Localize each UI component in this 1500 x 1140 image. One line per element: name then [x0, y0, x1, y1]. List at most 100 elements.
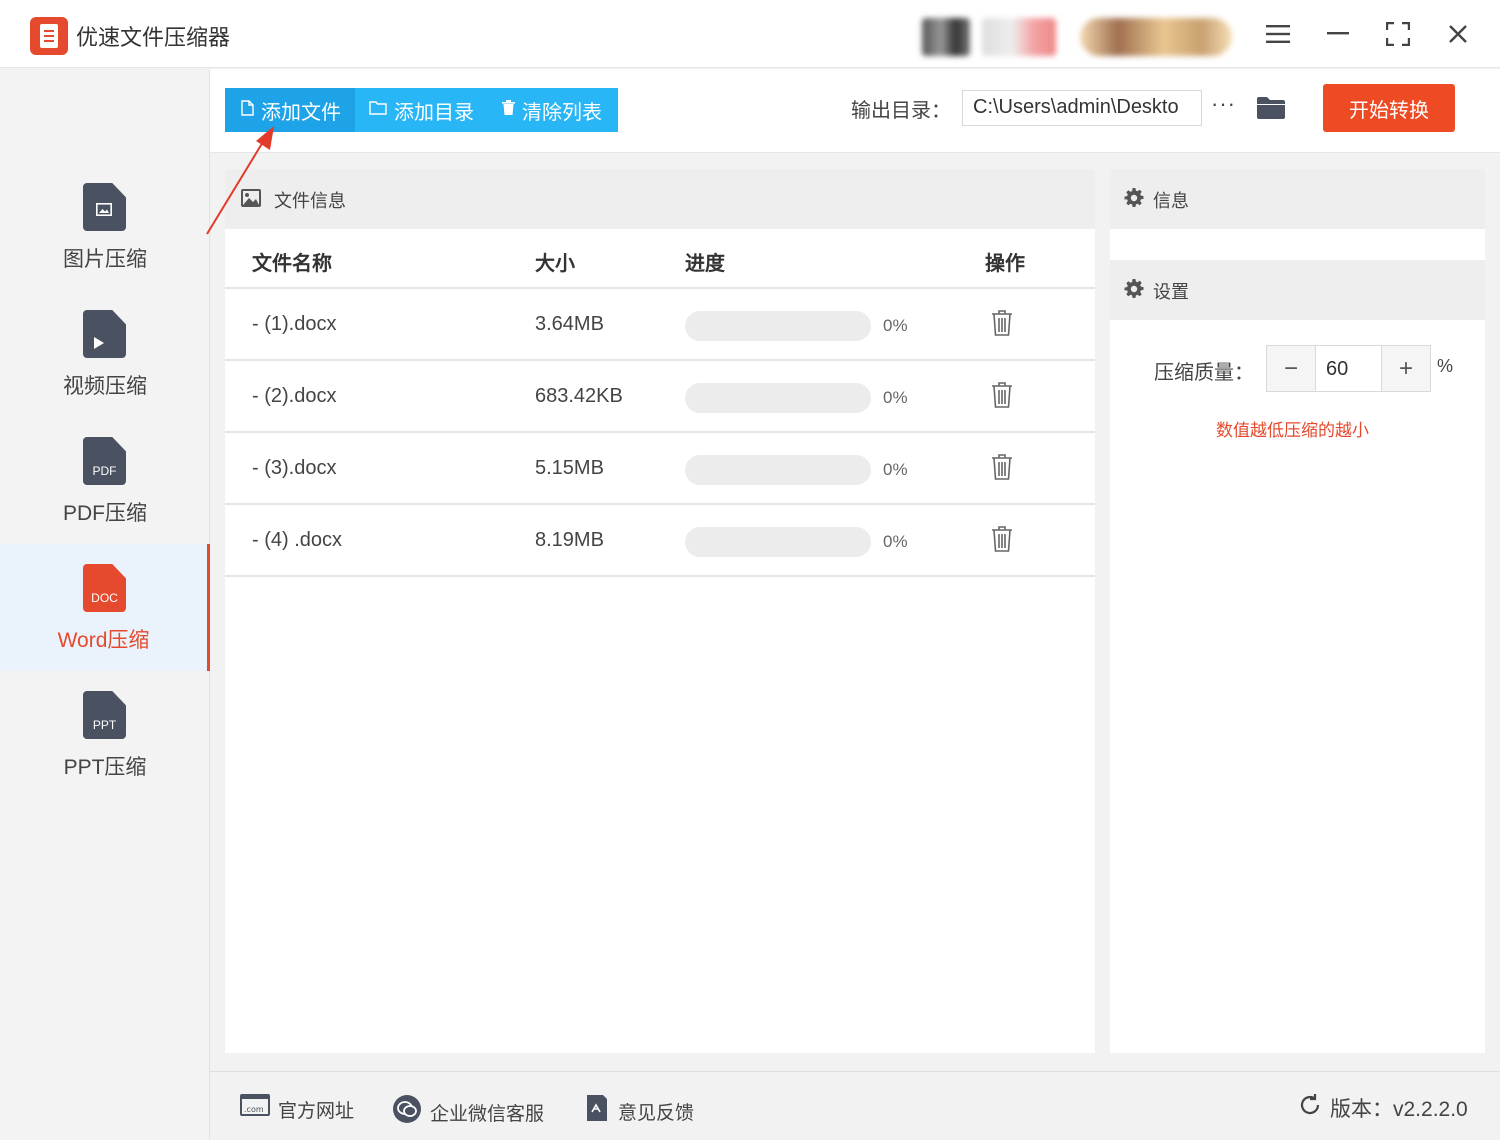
- feedback-link[interactable]: 意见反馈: [584, 1094, 694, 1128]
- sidebar-item-label: Word压缩: [57, 629, 150, 652]
- quality-unit: %: [1437, 356, 1454, 376]
- app-logo-icon: [30, 17, 68, 55]
- sidebar-item-word-compress[interactable]: DOC Word压缩: [0, 544, 210, 671]
- output-dir-field[interactable]: C:\Users\admin\Deskto: [962, 90, 1202, 126]
- progress-bar: [685, 311, 871, 341]
- blurred-user-info: [982, 18, 1056, 56]
- app-title: 优速文件压缩器: [76, 25, 231, 50]
- sidebar-item-image-compress[interactable]: 图片压缩: [0, 163, 210, 290]
- column-header-action: 操作: [985, 253, 1025, 275]
- maximize-icon[interactable]: [1380, 18, 1416, 50]
- open-folder-icon[interactable]: [1256, 96, 1286, 120]
- column-header-progress[interactable]: 进度: [685, 247, 725, 276]
- output-dir-label: 输出目录：: [851, 100, 951, 122]
- delete-row-icon[interactable]: [991, 453, 1013, 486]
- progress-percent: 0%: [883, 388, 908, 407]
- decrease-quality-button[interactable]: −: [1267, 346, 1315, 391]
- file-type-tag: DOC: [91, 591, 118, 605]
- close-icon[interactable]: [1440, 18, 1476, 50]
- column-header-size[interactable]: 大小: [535, 247, 575, 276]
- file-list-panel: 文件信息 文件名称 大小 进度 操作 - (1).docx 3.64MB 0% …: [225, 169, 1095, 1053]
- add-folder-label: 添加目录: [394, 101, 474, 124]
- file-icon: [241, 99, 254, 121]
- info-panel-body: [1110, 229, 1485, 260]
- delete-row-icon[interactable]: [991, 309, 1013, 342]
- file-size: 8.19MB: [535, 529, 604, 551]
- ppt-file-icon: PPT: [83, 691, 126, 739]
- add-file-button[interactable]: 添加文件: [225, 88, 355, 132]
- table-row[interactable]: - (3).docx 5.15MB 0%: [225, 433, 1095, 505]
- minimize-icon[interactable]: [1320, 18, 1356, 50]
- wechat-service-link[interactable]: 企业微信客服: [392, 1094, 544, 1130]
- toolbar: 添加文件 添加目录 清除列表 输出目录： C:\Users\admin\Desk…: [210, 69, 1500, 153]
- settings-panel-title: 设置: [1153, 282, 1189, 302]
- add-folder-button[interactable]: 添加目录: [355, 88, 488, 132]
- refresh-icon: [1298, 1093, 1322, 1123]
- browse-more-button[interactable]: ···: [1211, 91, 1236, 117]
- file-type-tag: PDF: [92, 464, 117, 478]
- quality-label: 压缩质量：: [1154, 362, 1254, 384]
- progress-percent: 0%: [883, 460, 908, 479]
- clear-list-label: 清除列表: [522, 101, 602, 124]
- trash-icon: [502, 100, 515, 120]
- progress-bar: [685, 383, 871, 413]
- add-file-label: 添加文件: [261, 101, 341, 124]
- blurred-badge: [1080, 18, 1232, 56]
- gear-icon: [1124, 279, 1144, 304]
- menu-icon[interactable]: [1260, 18, 1296, 50]
- gear-icon: [1124, 188, 1144, 213]
- side-panels: 信息 设置 压缩质量： − 60 + % 数值越低压缩的越小: [1110, 169, 1485, 1053]
- column-header-name[interactable]: 文件名称: [252, 247, 332, 276]
- wechat-service-label: 企业微信客服: [430, 1103, 545, 1125]
- feedback-icon: [584, 1094, 610, 1128]
- file-size: 5.15MB: [535, 457, 604, 479]
- file-name: - (2).docx: [252, 385, 337, 407]
- table-row[interactable]: - (4) .docx 8.19MB 0%: [225, 505, 1095, 577]
- file-size: 3.64MB: [535, 313, 604, 335]
- wechat-icon: [392, 1094, 422, 1130]
- delete-row-icon[interactable]: [991, 381, 1013, 414]
- file-name: - (4) .docx: [252, 529, 343, 551]
- table-row[interactable]: - (2).docx 683.42KB 0%: [225, 361, 1095, 433]
- quality-stepper: − 60 +: [1266, 345, 1431, 392]
- file-type-tag: PPT: [92, 718, 117, 732]
- video-file-icon: [83, 310, 126, 358]
- feedback-label: 意见反馈: [618, 1102, 695, 1124]
- file-panel-title: 文件信息: [274, 191, 346, 211]
- clear-list-button[interactable]: 清除列表: [488, 88, 616, 132]
- increase-quality-button[interactable]: +: [1382, 346, 1430, 391]
- progress-bar: [685, 527, 871, 557]
- website-icon: .com: [240, 1094, 270, 1124]
- quality-hint: 数值越低压缩的越小: [1216, 421, 1369, 440]
- sidebar-item-pdf-compress[interactable]: PDF PDF压缩: [0, 417, 210, 544]
- pdf-file-icon: PDF: [83, 437, 126, 485]
- file-button-group: 添加文件 添加目录 清除列表: [225, 88, 618, 132]
- sidebar-item-label: 视频压缩: [63, 375, 147, 398]
- info-panel-header: 信息: [1110, 169, 1485, 229]
- progress-percent: 0%: [883, 532, 908, 551]
- sidebar-item-label: 图片压缩: [63, 248, 147, 271]
- website-link[interactable]: .com 官方网址: [240, 1094, 354, 1124]
- progress-percent: 0%: [883, 316, 908, 335]
- start-convert-button[interactable]: 开始转换: [1323, 84, 1455, 132]
- file-panel-header: 文件信息: [225, 169, 1095, 229]
- file-name: - (3).docx: [252, 457, 337, 479]
- file-name: - (1).docx: [252, 313, 337, 335]
- sidebar-item-ppt-compress[interactable]: PPT PPT压缩: [0, 671, 210, 798]
- blurred-avatar: [922, 18, 970, 56]
- sidebar: 图片压缩 视频压缩 PDF PDF压缩 DOC Word压缩 PPT PPT压缩: [0, 69, 210, 1140]
- info-panel-title: 信息: [1153, 191, 1189, 211]
- table-row[interactable]: - (1).docx 3.64MB 0%: [225, 289, 1095, 361]
- delete-row-icon[interactable]: [991, 525, 1013, 558]
- svg-text:.com: .com: [244, 1105, 264, 1114]
- version-info[interactable]: 版本：v2.2.2.0: [1298, 1093, 1468, 1123]
- title-bar: 优速文件压缩器: [0, 0, 1500, 68]
- file-size: 683.42KB: [535, 385, 623, 407]
- sidebar-item-label: PPT压缩: [63, 756, 147, 779]
- image-icon: [241, 189, 261, 212]
- doc-file-icon: DOC: [83, 564, 126, 612]
- footer: .com 官方网址 企业微信客服 意见反馈 版本：v2.2.2.0: [210, 1071, 1500, 1140]
- sidebar-item-video-compress[interactable]: 视频压缩: [0, 290, 210, 417]
- quality-input[interactable]: 60: [1315, 346, 1382, 391]
- website-label: 官方网址: [278, 1100, 355, 1122]
